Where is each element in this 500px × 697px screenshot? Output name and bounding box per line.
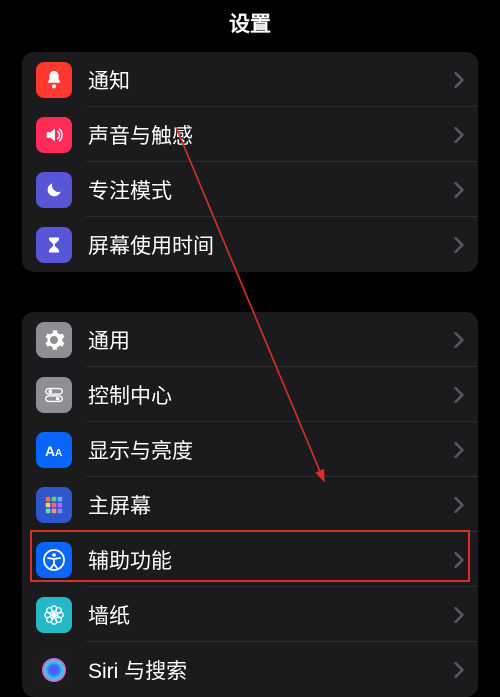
row-control-center[interactable]: 控制中心 (22, 367, 478, 422)
aa-icon: AA (36, 432, 72, 468)
speaker-icon (36, 117, 72, 153)
bell-icon (36, 62, 72, 98)
row-label: 辅助功能 (88, 545, 454, 575)
row-home-screen[interactable]: 主屏幕 (22, 477, 478, 532)
chevron-right-icon (454, 607, 464, 623)
row-label: 声音与触感 (88, 120, 454, 150)
row-siri[interactable]: Siri 与搜索 (22, 642, 478, 697)
chevron-right-icon (454, 442, 464, 458)
row-label: 屏幕使用时间 (88, 230, 454, 260)
chevron-right-icon (454, 182, 464, 198)
chevron-right-icon (454, 127, 464, 143)
row-screentime[interactable]: 屏幕使用时间 (22, 217, 478, 272)
row-label: 通知 (88, 65, 454, 95)
chevron-right-icon (454, 552, 464, 568)
person-circle-icon (36, 542, 72, 578)
chevron-right-icon (454, 72, 464, 88)
row-wallpaper[interactable]: 墙纸 (22, 587, 478, 642)
row-focus[interactable]: 专注模式 (22, 162, 478, 217)
row-label: 控制中心 (88, 380, 454, 410)
row-label: 显示与亮度 (88, 435, 454, 465)
chevron-right-icon (454, 497, 464, 513)
flower-icon (36, 597, 72, 633)
row-label: 主屏幕 (88, 490, 454, 520)
row-notifications[interactable]: 通知 (22, 52, 478, 107)
settings-group-2: 通用 控制中心 AA 显示与亮度 (22, 312, 478, 697)
chevron-right-icon (454, 662, 464, 678)
gear-icon (36, 322, 72, 358)
svg-text:A: A (45, 443, 55, 459)
row-sounds[interactable]: 声音与触感 (22, 107, 478, 162)
row-general[interactable]: 通用 (22, 312, 478, 367)
chevron-right-icon (454, 387, 464, 403)
moon-icon (36, 172, 72, 208)
row-label: Siri 与搜索 (88, 655, 454, 685)
siri-icon (36, 652, 72, 688)
chevron-right-icon (454, 332, 464, 348)
settings-content: 通知 声音与触感 专注模式 (0, 52, 500, 697)
header: 设置 (0, 0, 500, 46)
chevron-right-icon (454, 237, 464, 253)
row-label: 通用 (88, 325, 454, 355)
grid-icon (36, 487, 72, 523)
row-accessibility[interactable]: 辅助功能 (22, 532, 478, 587)
row-label: 墙纸 (88, 600, 454, 630)
switches-icon (36, 377, 72, 413)
row-label: 专注模式 (88, 175, 454, 205)
page-title: 设置 (229, 8, 271, 38)
svg-text:A: A (55, 448, 62, 459)
hourglass-icon (36, 227, 72, 263)
settings-group-1: 通知 声音与触感 专注模式 (22, 52, 478, 272)
row-display[interactable]: AA 显示与亮度 (22, 422, 478, 477)
